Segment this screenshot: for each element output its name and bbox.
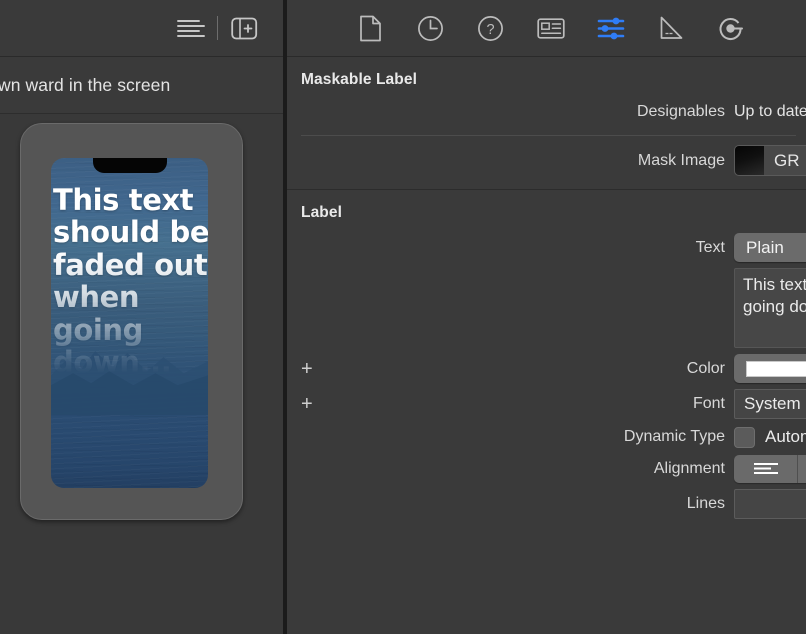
pane-splitter[interactable] bbox=[283, 0, 287, 634]
label-text-textarea[interactable]: This text should be faded out when going… bbox=[734, 268, 806, 348]
mask-image-label: Mask Image bbox=[637, 151, 725, 169]
xcode-interface-builder-window: wn ward in the screen This text should b… bbox=[0, 0, 806, 634]
text-type-value: Plain bbox=[746, 237, 784, 257]
text-label: Text bbox=[695, 238, 725, 256]
font-value: System Black 92.0 bbox=[744, 394, 806, 413]
section-divider-1 bbox=[301, 135, 796, 136]
add-editor-icon[interactable] bbox=[227, 13, 261, 43]
mask-image-value[interactable]: GR bbox=[764, 151, 806, 171]
attributes-inspector-tab[interactable] bbox=[594, 11, 628, 45]
canvas-caption-text: wn ward in the screen bbox=[0, 74, 171, 95]
mask-image-thumbnail bbox=[735, 146, 764, 175]
inspector-tab-bar: ? bbox=[287, 0, 806, 57]
history-inspector-tab[interactable] bbox=[414, 11, 448, 45]
automatically-adjusts-font-label: Automatically Adjusts Font bbox=[765, 427, 806, 446]
row-mask-image: Mask Image GR bbox=[287, 142, 806, 179]
canvas-area[interactable]: This text should be faded out when going… bbox=[0, 114, 283, 634]
canvas-text-caption: wn ward in the screen bbox=[0, 57, 283, 114]
size-inspector-tab[interactable] bbox=[654, 11, 688, 45]
mask-image-combo[interactable]: GR bbox=[734, 145, 806, 176]
alignment-label: Alignment bbox=[653, 460, 725, 477]
section-title-maskable-label: Maskable Label bbox=[301, 71, 417, 88]
row-alignment: Alignment bbox=[287, 452, 806, 486]
text-type-popup-button[interactable]: Plain bbox=[734, 233, 806, 262]
lines-number-field[interactable]: 0 bbox=[734, 489, 806, 519]
alignment-center-segment[interactable] bbox=[798, 455, 806, 483]
row-designables: Designables Up to date bbox=[287, 97, 806, 127]
row-color: + Color White Color bbox=[287, 351, 806, 386]
automatically-adjusts-font-checkbox[interactable] bbox=[734, 426, 755, 448]
color-label: Color bbox=[686, 359, 725, 377]
text-color-value-wrap: White Color bbox=[734, 359, 806, 379]
font-label: Font bbox=[692, 395, 725, 412]
file-inspector-tab[interactable] bbox=[354, 11, 388, 45]
canvas-toolbar bbox=[0, 0, 283, 57]
section-title-label: Label bbox=[301, 204, 342, 221]
toolbar-divider bbox=[217, 16, 218, 40]
row-text: Text Plain bbox=[287, 230, 806, 265]
identity-inspector-tab[interactable] bbox=[534, 11, 568, 45]
connections-inspector-tab[interactable] bbox=[714, 11, 748, 45]
lines-label: Lines bbox=[686, 495, 725, 512]
add-color-variation-button[interactable]: + bbox=[301, 359, 313, 379]
attributes-inspector-pane: ? Maskable Label Designables Up to date … bbox=[287, 0, 806, 634]
device-screen-label: This text should be faded out when going… bbox=[53, 183, 208, 380]
editor-lines-icon[interactable] bbox=[174, 13, 208, 43]
row-lines: Lines 0 bbox=[287, 486, 806, 522]
row-text-content: This text should be faded out when going… bbox=[287, 265, 806, 351]
svg-text:?: ? bbox=[486, 22, 494, 38]
add-font-variation-button[interactable]: + bbox=[301, 394, 313, 414]
inspector-content: Maskable Label Designables Up to date Ma… bbox=[287, 57, 806, 522]
help-inspector-tab[interactable]: ? bbox=[474, 11, 508, 45]
device-screen: This text should be faded out when going… bbox=[51, 158, 208, 488]
dynamic-type-label: Dynamic Type bbox=[623, 428, 725, 445]
alignment-left-segment[interactable] bbox=[734, 455, 799, 483]
device-notch bbox=[92, 158, 167, 173]
font-field[interactable]: System Black 92.0 T bbox=[734, 389, 806, 419]
color-swatch bbox=[746, 360, 806, 377]
designables-label: Designables bbox=[636, 103, 725, 120]
alignment-segmented-control[interactable] bbox=[734, 455, 806, 483]
device-preview-frame: This text should be faded out when going… bbox=[20, 123, 243, 520]
designables-value: Up to date bbox=[734, 103, 806, 120]
text-color-popup-button[interactable]: White Color bbox=[734, 354, 806, 383]
row-font: + Font System Black 92.0 bbox=[287, 386, 806, 422]
row-dynamic-type: Dynamic Type Automatically Adjusts Font bbox=[287, 422, 806, 452]
canvas-pane: wn ward in the screen This text should b… bbox=[0, 0, 283, 634]
